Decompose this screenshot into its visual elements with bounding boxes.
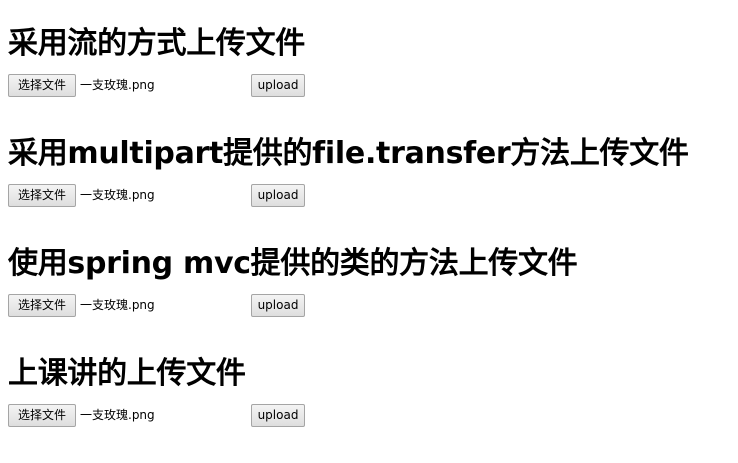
selected-file-name: 一支玫瑰.png (80, 188, 155, 202)
choose-file-button[interactable]: 选择文件 (8, 294, 76, 317)
upload-button[interactable]: upload (251, 404, 305, 427)
section-heading: 上课讲的上传文件 (8, 356, 246, 391)
selected-file-name: 一支玫瑰.png (80, 298, 155, 312)
choose-file-button[interactable]: 选择文件 (8, 404, 76, 427)
choose-file-button[interactable]: 选择文件 (8, 184, 76, 207)
upload-form: 选择文件 一支玫瑰.png upload (8, 294, 328, 318)
upload-button[interactable]: upload (251, 74, 305, 97)
section-heading: 采用multipart提供的file.transfer方法上传文件 (8, 136, 689, 171)
upload-section-spring-mvc: 使用spring mvc提供的类的方法上传文件 选择文件 一支玫瑰.png up… (8, 246, 578, 317)
upload-button[interactable]: upload (251, 184, 305, 207)
upload-form: 选择文件 一支玫瑰.png upload (8, 74, 328, 98)
section-heading: 使用spring mvc提供的类的方法上传文件 (8, 246, 578, 281)
selected-file-name: 一支玫瑰.png (80, 408, 155, 422)
upload-form: 选择文件 一支玫瑰.png upload (8, 404, 328, 428)
choose-file-button[interactable]: 选择文件 (8, 74, 76, 97)
upload-section-multipart: 采用multipart提供的file.transfer方法上传文件 选择文件 一… (8, 136, 689, 207)
upload-button[interactable]: upload (251, 294, 305, 317)
upload-form: 选择文件 一支玫瑰.png upload (8, 184, 328, 208)
selected-file-name: 一支玫瑰.png (80, 78, 155, 92)
upload-section-stream: 采用流的方式上传文件 选择文件 一支玫瑰.png upload (8, 26, 305, 97)
section-heading: 采用流的方式上传文件 (8, 26, 305, 61)
upload-section-lecture: 上课讲的上传文件 选择文件 一支玫瑰.png upload (8, 356, 305, 427)
